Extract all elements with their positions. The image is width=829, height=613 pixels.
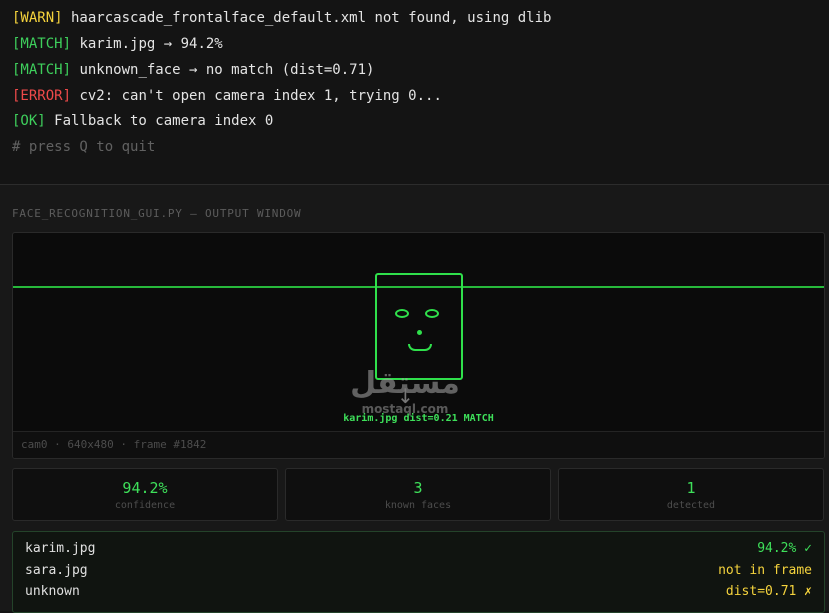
- watermark-logo: مستقل ↓ mostaql.com: [335, 366, 475, 416]
- face-bounding-box: [375, 273, 463, 380]
- results-list: karim.jpg 94.2% ✓ sara.jpg not in frame …: [12, 531, 825, 613]
- result-status: not in frame: [718, 563, 812, 578]
- left-eye-icon: [395, 309, 409, 318]
- log-line-match: [MATCH] karim.jpg → 94.2%: [12, 36, 223, 52]
- log-line-error: [ERROR] cv2: can't open camera index 1, …: [12, 88, 442, 104]
- right-eye-icon: [425, 309, 439, 318]
- viewport-footer: cam0 · 640x480 · frame #1842: [13, 431, 824, 458]
- log-line-ok: [OK] Fallback to camera index 0: [12, 113, 274, 129]
- result-status: dist=0.71 ✗: [725, 584, 812, 599]
- stat-confidence: 94.2% confidence: [12, 468, 278, 521]
- result-name: sara.jpg: [25, 563, 88, 578]
- camera-viewport: karim.jpg dist=0.21 MATCH cam0 · 640x480…: [12, 232, 825, 459]
- stat-value: 1: [686, 479, 696, 497]
- log-line-warn: [WARN] haarcascade_frontalface_default.x…: [12, 10, 552, 26]
- log-line-match: [MATCH] unknown_face → no match (dist=0.…: [12, 62, 375, 78]
- window-title: FACE_RECOGNITION_GUI.PY — OUTPUT WINDOW: [12, 207, 302, 220]
- stat-value: 3: [413, 479, 423, 497]
- stat-value: 94.2%: [122, 479, 168, 497]
- mouth-icon: [408, 344, 432, 351]
- nose-icon: [417, 330, 422, 335]
- result-status: 94.2% ✓: [757, 541, 812, 556]
- stat-detected: 1 detected: [558, 468, 824, 521]
- result-name: unknown: [25, 584, 80, 599]
- camera-info: cam0 · 640x480 · frame #1842: [21, 438, 207, 451]
- result-name: karim.jpg: [25, 541, 96, 556]
- stat-label: detected: [666, 500, 716, 511]
- stat-label: known faces: [384, 500, 452, 511]
- watermark-latin: mostaql.com: [361, 402, 449, 416]
- log-hint: # press Q to quit: [12, 139, 156, 155]
- stat-label: confidence: [114, 500, 176, 511]
- stat-known-faces: 3 known faces: [285, 468, 551, 521]
- terminal-log: [WARN] haarcascade_frontalface_default.x…: [0, 0, 829, 184]
